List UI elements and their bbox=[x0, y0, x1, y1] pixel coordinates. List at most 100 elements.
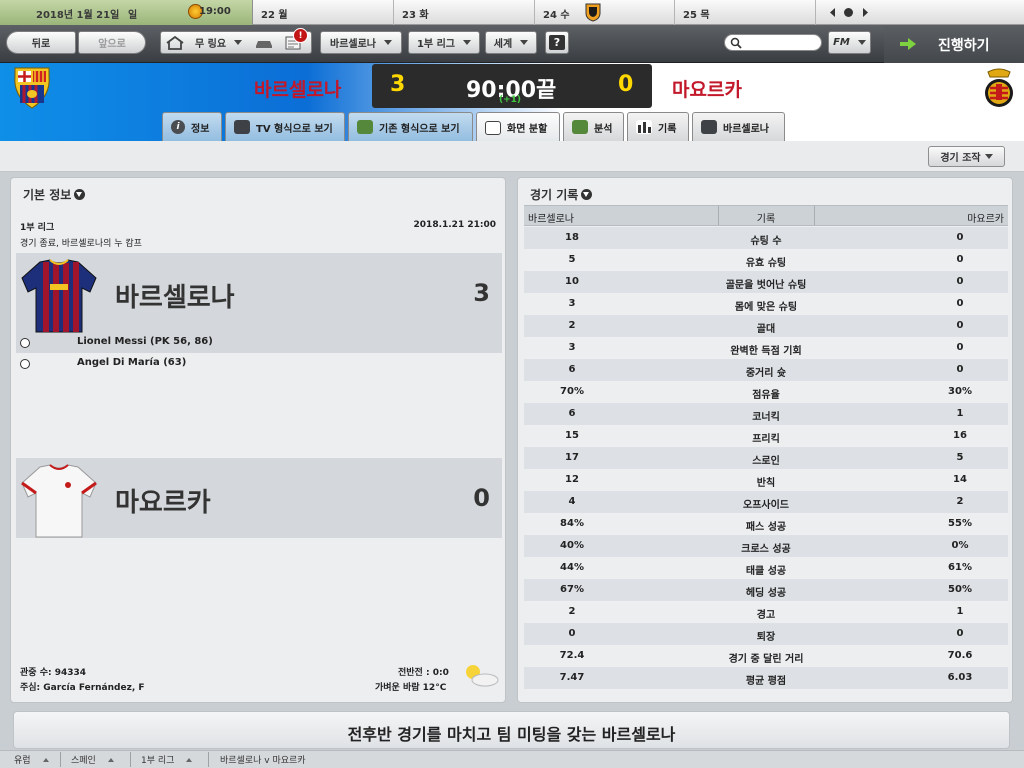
calendar-day-label: 25 목 bbox=[683, 10, 710, 21]
tab-classic-view[interactable]: 기존 형식으로 보기 bbox=[348, 112, 473, 141]
breadcrumb-label: 바르셀로나 v 마요르카 bbox=[220, 756, 306, 766]
stat-away-value: 0 bbox=[956, 276, 964, 287]
sub-toolbar: 경기 조작 bbox=[0, 141, 1024, 172]
scorer-name[interactable]: Angel Di María (63) bbox=[77, 357, 186, 368]
stat-label: 점유율 bbox=[752, 390, 780, 401]
chevron-down-icon bbox=[234, 40, 243, 45]
away-crest-icon[interactable] bbox=[982, 66, 1016, 110]
tab-split-screen[interactable]: 화면 분할 bbox=[476, 112, 560, 142]
stats-row: 67% 헤딩 성공 50% bbox=[524, 579, 1008, 601]
stat-label: 경기 중 달린 거리 bbox=[728, 654, 804, 665]
panel-title[interactable]: 기본 정보 bbox=[23, 186, 86, 203]
calendar-day-label: 24 수 bbox=[543, 10, 570, 21]
tab-label: TV 형식으로 보기 bbox=[256, 123, 333, 135]
match-control-button[interactable]: 경기 조작 bbox=[928, 146, 1005, 167]
stats-row: 7.47 평균 평점 6.03 bbox=[524, 667, 1008, 689]
alert-badge[interactable]: ! bbox=[293, 28, 308, 43]
chevron-left-icon[interactable] bbox=[830, 8, 836, 17]
home-team-label[interactable]: 바르셀로나 bbox=[115, 277, 235, 314]
search-input[interactable] bbox=[724, 34, 822, 51]
stat-label: 슈팅 수 bbox=[750, 236, 782, 247]
stat-home-value: 40% bbox=[560, 540, 584, 551]
stats-row: 12 반칙 14 bbox=[524, 469, 1008, 491]
league-menu-button[interactable]: 1부 리그 bbox=[408, 31, 480, 54]
continue-label: 진행하기 bbox=[938, 38, 990, 54]
stats-row: 3 완벽한 득점 기회 0 bbox=[524, 337, 1008, 359]
weather-text: 가벼운 바람 12°C bbox=[375, 683, 447, 693]
stat-away-value: 55% bbox=[948, 518, 972, 529]
calendar-day[interactable]: 23 화 bbox=[394, 0, 535, 25]
stat-home-value: 7.47 bbox=[559, 672, 585, 683]
car-icon[interactable] bbox=[254, 36, 274, 50]
inbox-label[interactable]: 무 링요 bbox=[195, 35, 226, 50]
fm-menu-button[interactable]: FM bbox=[828, 31, 871, 54]
scorer-name[interactable]: Lionel Messi (PK 56, 86) bbox=[77, 336, 213, 347]
tab-stats[interactable]: 기록 bbox=[627, 112, 689, 141]
world-menu-button[interactable]: 세계 bbox=[485, 31, 537, 54]
league-menu-label: 1부 리그 bbox=[416, 39, 456, 50]
stats-row: 3 몸에 맞은 슈팅 0 bbox=[524, 293, 1008, 315]
panel-title[interactable]: 경기 기록 bbox=[530, 186, 593, 203]
calendar-nav bbox=[816, 0, 1024, 25]
calendar-day[interactable]: 24 수 bbox=[535, 0, 675, 25]
chevron-down-icon bbox=[463, 40, 472, 45]
stat-away-value: 0 bbox=[956, 342, 964, 353]
help-icon: ? bbox=[549, 35, 565, 50]
calendar-day[interactable]: 25 목 bbox=[675, 0, 816, 25]
calendar-today-dot[interactable] bbox=[844, 8, 853, 17]
breadcrumb-item[interactable]: 스페인 bbox=[71, 753, 114, 766]
stat-away-value: 1 bbox=[956, 408, 964, 419]
analysis-icon bbox=[572, 120, 588, 134]
stat-home-value: 0 bbox=[568, 628, 576, 639]
chevron-up-icon bbox=[107, 757, 114, 762]
calendar-day-label: 23 화 bbox=[402, 10, 429, 21]
stat-home-value: 18 bbox=[565, 232, 579, 243]
home-icon[interactable] bbox=[165, 35, 185, 51]
stats-row: 6 중거리 슛 0 bbox=[524, 359, 1008, 381]
stat-home-value: 3 bbox=[568, 298, 576, 309]
help-button[interactable]: ? bbox=[545, 31, 569, 54]
calendar-day[interactable]: 22 월 bbox=[253, 0, 394, 25]
stat-label: 오프사이드 bbox=[743, 500, 789, 511]
stats-row: 2 골대 0 bbox=[524, 315, 1008, 337]
away-score: 0 bbox=[618, 72, 634, 97]
calendar-current-day[interactable]: 2018년 1월 21일 일 19:00 bbox=[0, 0, 253, 25]
current-weekday: 일 bbox=[128, 10, 138, 21]
stats-row: 70% 점유율 30% bbox=[524, 381, 1008, 403]
arrow-right-icon bbox=[900, 38, 916, 50]
breadcrumb-item[interactable]: 1부 리그 bbox=[141, 753, 193, 766]
news-headline-bar[interactable]: 전후반 경기를 마치고 팀 미팅을 갖는 바르셀로나 bbox=[13, 711, 1010, 749]
league-name[interactable]: 1부 리그 bbox=[20, 220, 54, 233]
attendance: 관중 수: 94334 bbox=[20, 668, 87, 678]
club-menu-button[interactable]: 바르셀로나 bbox=[320, 31, 402, 54]
breadcrumb-item[interactable]: 유럽 bbox=[14, 753, 49, 766]
stat-label: 스로인 bbox=[752, 456, 780, 467]
away-team-label[interactable]: 마요르카 bbox=[115, 482, 211, 519]
stats-header-away[interactable]: 마요르카 bbox=[967, 210, 1004, 225]
back-button[interactable]: 뒤로 bbox=[6, 31, 76, 54]
stat-label: 중거리 슛 bbox=[745, 368, 787, 379]
tab-team[interactable]: 바르셀로나 bbox=[692, 112, 785, 141]
away-team-name[interactable]: 마요르카 bbox=[672, 75, 742, 102]
tab-label: 정보 bbox=[191, 123, 210, 135]
stat-away-value: 0 bbox=[956, 628, 964, 639]
breadcrumb-item[interactable]: 바르셀로나 v 마요르카 bbox=[220, 753, 306, 766]
stats-row: 2 경고 1 bbox=[524, 601, 1008, 623]
chevron-right-icon[interactable] bbox=[862, 8, 868, 17]
continue-button[interactable]: 진행하기 bbox=[884, 25, 1024, 63]
tab-label: 기록 bbox=[658, 123, 677, 135]
tab-analysis[interactable]: 분석 bbox=[563, 112, 624, 141]
current-time: 19:00 bbox=[199, 6, 231, 17]
match-header: 바르셀로나 3 90:00끝 (+1) 0 마요르카 i 정보 TV 형식으로 … bbox=[0, 63, 1024, 142]
home-crest-icon[interactable] bbox=[11, 66, 53, 110]
tab-tv-view[interactable]: TV 형식으로 보기 bbox=[225, 112, 345, 141]
home-team-score: 3 bbox=[473, 279, 490, 307]
referee[interactable]: 주심: García Fernández, F bbox=[20, 680, 145, 693]
forward-button[interactable]: 앞으로 bbox=[78, 31, 146, 54]
alert-badge-text: ! bbox=[298, 30, 303, 41]
tab-info[interactable]: i 정보 bbox=[162, 112, 222, 141]
stat-home-value: 67% bbox=[560, 584, 584, 595]
home-team-name[interactable]: 바르셀로나 bbox=[254, 75, 341, 102]
tab-label: 바르셀로나 bbox=[723, 123, 769, 135]
stat-away-value: 0 bbox=[956, 298, 964, 309]
